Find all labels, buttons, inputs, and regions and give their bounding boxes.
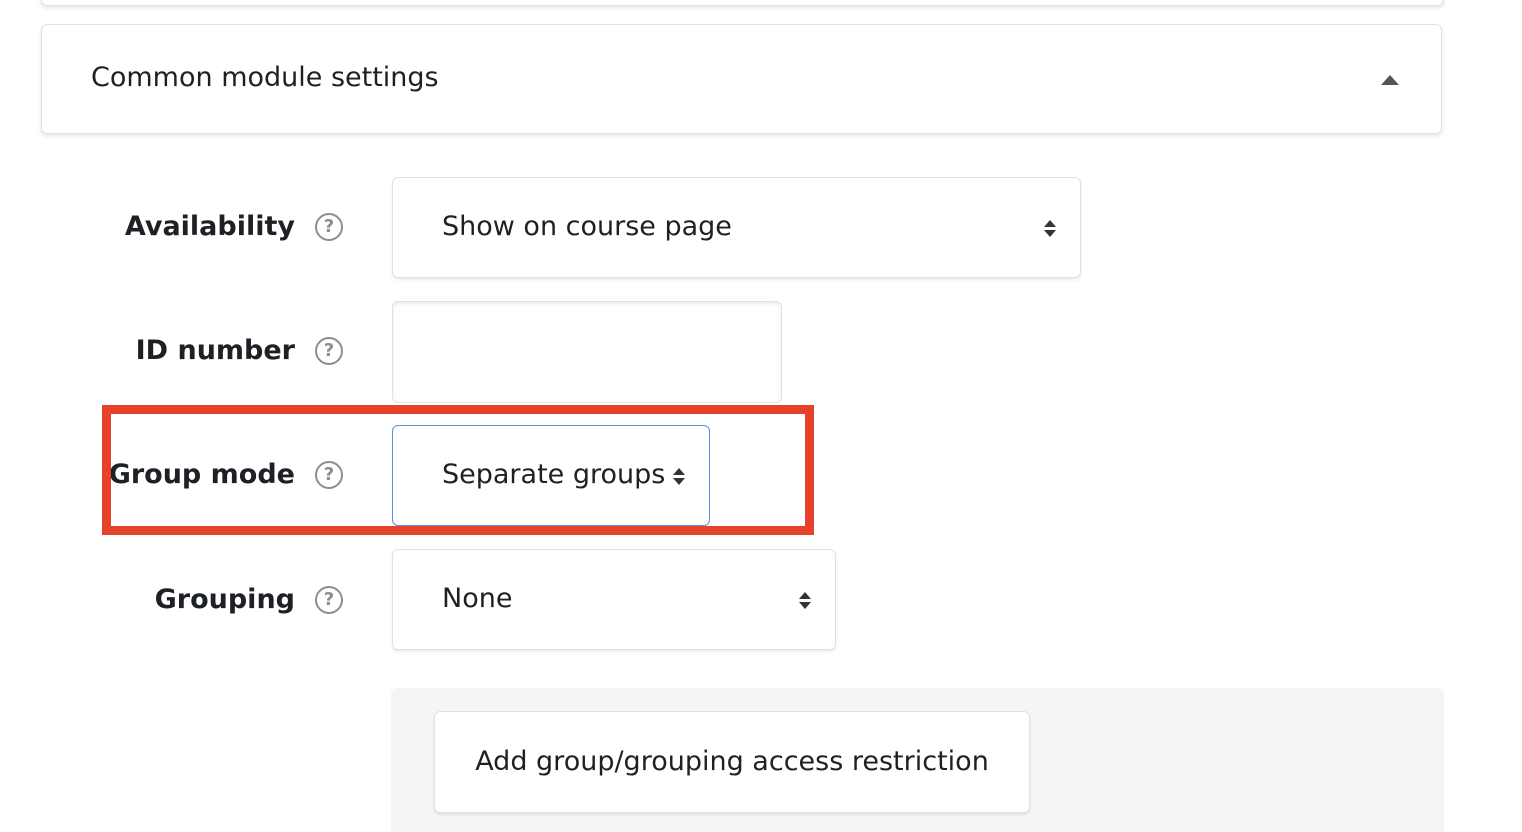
select-arrows-icon [1044,220,1056,238]
group-mode-label: Group mode [108,459,295,490]
group-mode-select[interactable]: Separate groups [392,425,710,526]
common-module-settings-header[interactable]: Common module settings [41,24,1442,134]
previous-section-card [41,0,1444,6]
select-arrows-icon [673,468,685,486]
availability-label: Availability [124,211,295,242]
grouping-select[interactable]: None [392,549,836,650]
add-group-restriction-button[interactable]: Add group/grouping access restriction [434,711,1030,813]
caret-up-icon[interactable] [1381,75,1399,85]
grouping-help-icon[interactable]: ? [315,586,343,614]
availability-select[interactable]: Show on course page [392,177,1081,278]
group-mode-select-value: Separate groups [442,459,666,490]
section-title: Common module settings [91,62,439,93]
page: Common module settings Availability ? Sh… [0,0,1522,832]
id-number-help-icon[interactable]: ? [315,337,343,365]
select-arrows-icon [799,592,811,610]
id-number-input[interactable] [392,301,782,403]
grouping-select-value: None [442,583,513,614]
grouping-label: Grouping [154,584,295,615]
group-mode-help-icon[interactable]: ? [315,461,343,489]
availability-help-icon[interactable]: ? [315,213,343,241]
id-number-label: ID number [135,335,295,366]
availability-select-value: Show on course page [442,211,732,242]
